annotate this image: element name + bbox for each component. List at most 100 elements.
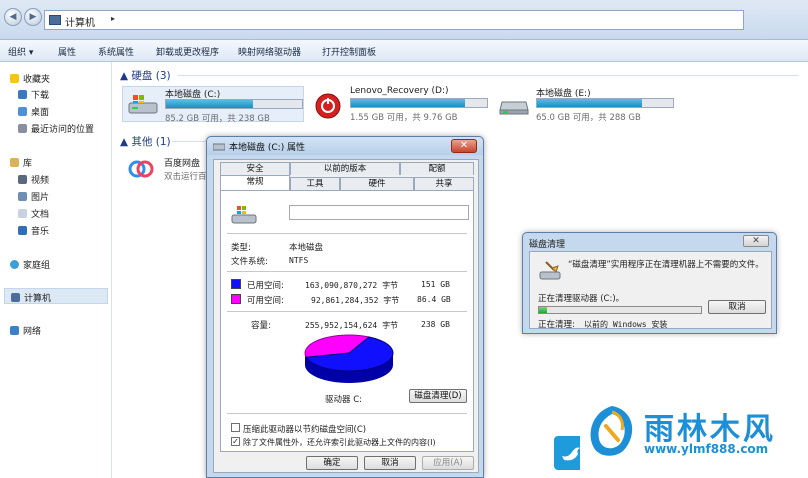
drive-space-info: 85.2 GB 可用，共 238 GB — [165, 114, 270, 124]
back-button[interactable]: ◀ — [4, 8, 22, 26]
nav-label: 音乐 — [31, 227, 50, 237]
drive-small-icon — [213, 143, 225, 151]
capacity-bytes: 255,952,154,624 字节 — [305, 321, 399, 330]
group-label: 其他 (1) — [131, 136, 171, 148]
tab-hardware[interactable]: 硬件 — [340, 177, 414, 190]
nav-label: 文档 — [31, 210, 50, 220]
ok-button[interactable]: 确定 — [306, 456, 358, 470]
drive-usage-bar — [165, 99, 303, 109]
nav-label: 家庭组 — [23, 261, 51, 271]
drive-c[interactable]: 本地磁盘 (C:) 85.2 GB 可用，共 238 GB — [122, 86, 304, 124]
dialog-title: 本地磁盘 (C:) 属性 — [229, 143, 306, 153]
system-properties-button[interactable]: 系统属性 — [98, 45, 134, 58]
nav-favorites[interactable]: 收藏夹 — [10, 72, 50, 85]
baidu-netdisk-item[interactable]: 百度网盘 双击运行百 — [124, 152, 208, 188]
map-network-drive-button[interactable]: 映射网络驱动器 — [238, 45, 301, 58]
drive-space-info: 1.55 GB 可用，共 9.76 GB — [350, 113, 458, 123]
free-space-swatch — [231, 294, 241, 304]
separator — [227, 311, 467, 312]
current-item-value: 以前的 Windows 安装 — [584, 320, 668, 329]
drive-label-input[interactable] — [289, 205, 469, 220]
organize-button[interactable]: 组织 ▾ — [8, 45, 33, 58]
tab-quota[interactable]: 配额 — [400, 162, 474, 175]
nav-label: 视频 — [31, 176, 50, 186]
index-contents-checkbox[interactable]: ✓ — [231, 437, 240, 446]
index-contents-label: 除了文件属性外，还允许索引此驱动器上文件的内容(I) — [243, 438, 436, 447]
drive-letter-label: 驱动器 C: — [325, 395, 363, 405]
close-icon[interactable]: ✕ — [451, 139, 477, 153]
nav-network[interactable]: 网络 — [10, 324, 41, 337]
free-space-size: 86.4 GB — [417, 295, 451, 304]
command-toolbar: 组织 ▾ 属性 系统属性 卸载或更改程序 映射网络驱动器 打开控制面板 — [0, 40, 808, 62]
drive-usage-fill — [166, 100, 254, 108]
hard-drive-icon — [498, 92, 530, 116]
nav-downloads[interactable]: 下载 — [18, 88, 49, 101]
disk-cleanup-icon — [539, 261, 561, 280]
dialog-body: 安全 以前的版本 配额 常规 工具 硬件 共享 类型: 本地磁盘 文件系统: N… — [213, 159, 479, 473]
computer-icon — [11, 293, 20, 302]
apply-button[interactable]: 应用(A) — [422, 456, 474, 470]
group-hard-disks[interactable]: ▲ 硬盘 (3) — [120, 68, 171, 83]
compress-drive-label: 压缩此驱动器以节约磁盘空间(C) — [243, 425, 367, 435]
tab-sharing[interactable]: 共享 — [414, 177, 474, 190]
watermark-logo: 雨林木风 www.ylmf888.com — [580, 398, 808, 478]
address-field[interactable]: 计算机 ▸ — [44, 10, 744, 30]
capacity-size: 238 GB — [421, 320, 450, 329]
pictures-icon — [18, 192, 27, 201]
free-space-label: 可用空间: — [247, 296, 284, 306]
compress-drive-checkbox[interactable] — [231, 423, 240, 432]
nav-homegroup[interactable]: 家庭组 — [10, 258, 50, 271]
filesystem-label: 文件系统: — [231, 257, 268, 267]
nav-music[interactable]: 音乐 — [18, 224, 49, 237]
tab-previous-versions[interactable]: 以前的版本 — [290, 162, 400, 175]
baidu-netdisk-icon — [128, 160, 154, 178]
cleanup-cancel-button[interactable]: 取消 — [708, 300, 766, 314]
item-desc: 双击运行百 — [164, 172, 207, 182]
open-control-panel-button[interactable]: 打开控制面板 — [322, 45, 376, 58]
nav-libraries[interactable]: 库 — [10, 156, 32, 169]
drive-e[interactable]: 本地磁盘 (E:) 65.0 GB 可用，共 288 GB — [494, 86, 674, 123]
item-name: 百度网盘 — [164, 159, 201, 169]
nav-desktop[interactable]: 桌面 — [18, 105, 49, 118]
nav-videos[interactable]: 视频 — [18, 173, 49, 186]
drive-usage-fill — [537, 99, 642, 107]
leaf-logo-icon — [590, 406, 633, 456]
nav-label: 计算机 — [24, 294, 52, 304]
recent-places-icon — [18, 124, 27, 133]
separator — [227, 413, 467, 414]
drive-usage-fill — [351, 99, 466, 107]
disk-cleanup-button[interactable]: 磁盘清理(D) — [409, 389, 467, 403]
nav-label: 收藏夹 — [23, 75, 51, 85]
used-space-size: 151 GB — [421, 280, 450, 289]
properties-button[interactable]: 属性 — [58, 45, 76, 58]
cancel-button[interactable]: 取消 — [364, 456, 416, 470]
network-icon — [10, 326, 19, 335]
nav-computer[interactable]: 计算机 — [4, 288, 108, 304]
music-icon — [18, 226, 27, 235]
download-icon — [18, 90, 27, 99]
nav-recent[interactable]: 最近访问的位置 — [18, 122, 94, 135]
tab-security[interactable]: 安全 — [220, 162, 290, 175]
current-item-label: 正在清理: — [538, 320, 575, 330]
hard-drive-windows-icon — [127, 93, 159, 117]
type-label: 类型: — [231, 243, 251, 253]
cleanup-status-label: 正在清理驱动器 (C:)。 — [538, 294, 625, 304]
group-divider — [172, 141, 206, 142]
cleanup-title: 磁盘清理 — [529, 240, 566, 250]
group-label: 硬盘 (3) — [131, 70, 171, 82]
group-other[interactable]: ▲ 其他 (1) — [120, 134, 171, 149]
filesystem-value: NTFS — [289, 256, 309, 265]
desktop-icon — [18, 107, 27, 116]
drive-d[interactable]: Lenovo_Recovery (D:) 1.55 GB 可用，共 9.76 G… — [308, 86, 488, 123]
forward-button[interactable]: ▶ — [24, 8, 42, 26]
drive-usage-bar — [536, 98, 674, 108]
uninstall-program-button[interactable]: 卸载或更改程序 — [156, 45, 219, 58]
nav-pictures[interactable]: 图片 — [18, 190, 49, 203]
tab-general[interactable]: 常规 — [220, 175, 290, 190]
path-arrow-icon[interactable]: ▸ — [111, 14, 115, 23]
drive-windows-icon — [231, 206, 257, 224]
tab-tools[interactable]: 工具 — [290, 177, 340, 190]
nav-documents[interactable]: 文档 — [18, 207, 49, 220]
close-icon[interactable]: ✕ — [743, 235, 769, 247]
video-icon — [18, 175, 27, 184]
